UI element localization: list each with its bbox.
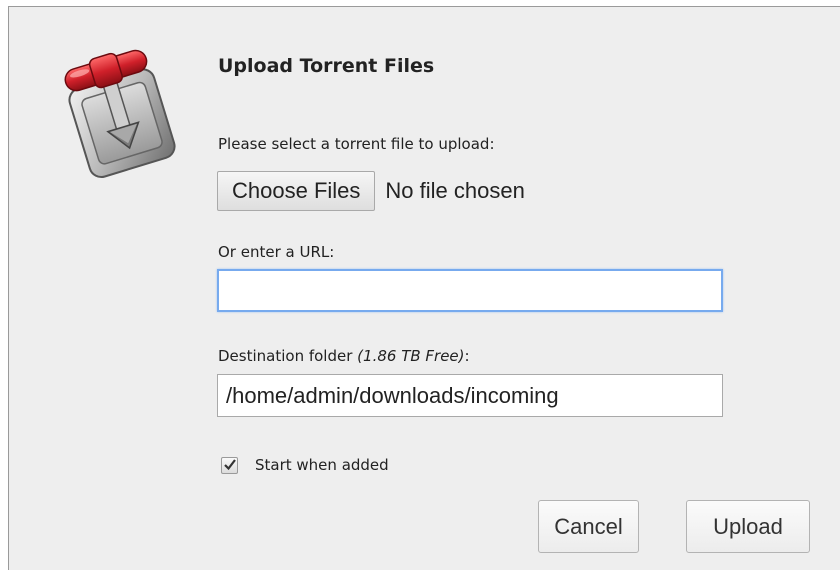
url-label: Or enter a URL: — [218, 243, 335, 261]
transmission-logo-icon — [59, 43, 184, 183]
upload-torrent-dialog: Upload Torrent Files Please select a tor… — [8, 6, 840, 570]
file-chooser: Choose Files No file chosen — [217, 171, 525, 211]
destination-label-suffix: : — [464, 347, 470, 365]
upload-button[interactable]: Upload — [686, 500, 810, 553]
start-when-added-checkbox[interactable] — [221, 456, 238, 474]
start-when-added-label: Start when added — [255, 456, 389, 474]
file-status-text: No file chosen — [385, 178, 525, 203]
destination-folder-input[interactable] — [217, 374, 723, 417]
dialog-title: Upload Torrent Files — [218, 55, 435, 77]
destination-label: Destination folder — [218, 347, 353, 365]
destination-label-row: Destination folder (1.86 TB Free): — [218, 347, 470, 365]
file-select-label: Please select a torrent file to upload: — [218, 135, 495, 153]
checkmark-icon — [224, 458, 236, 470]
choose-files-button[interactable]: Choose Files — [217, 171, 376, 211]
start-when-added-row: Start when added — [221, 453, 389, 477]
free-space-text: (1.86 TB Free) — [357, 347, 465, 365]
url-input[interactable] — [217, 269, 723, 312]
cancel-button[interactable]: Cancel — [538, 500, 639, 553]
